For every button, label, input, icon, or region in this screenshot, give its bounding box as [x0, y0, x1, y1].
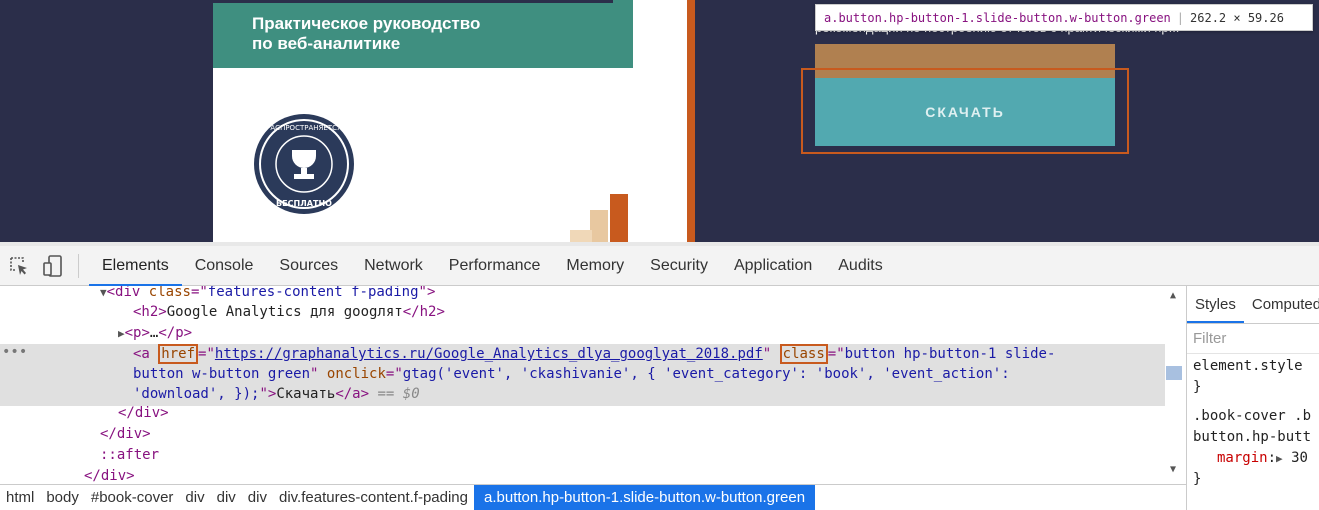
- dom-close-div-3: </div>: [84, 468, 135, 484]
- breadcrumb-selected-anchor[interactable]: a.button.hp-button-1.slide-button.w-butt…: [474, 484, 816, 510]
- node-actions-icon[interactable]: •••: [2, 344, 27, 360]
- href-link[interactable]: https://graphanalytics.ru/Google_Analyti…: [215, 346, 763, 362]
- seal-text-bottom: БЕСПЛАТНО: [276, 199, 332, 208]
- inspect-tooltip: a.button.hp-button-1.slide-button.w-butt…: [815, 4, 1313, 31]
- collapse-triangle-icon[interactable]: ▶: [118, 327, 125, 340]
- tooltip-selector: a.button.hp-button-1.slide-button.w-butt…: [824, 10, 1171, 25]
- download-button[interactable]: СКАЧАТЬ: [815, 78, 1115, 146]
- dom-close-div-2: </div>: [100, 426, 151, 442]
- styles-panel: Styles Computed Filter element.style } .…: [1186, 286, 1319, 510]
- dom-close-div-1: </div>: [118, 405, 169, 421]
- anchor-line-1: <a href ="https://graphanalytics.ru/Googl…: [133, 344, 1056, 364]
- breadcrumb-html[interactable]: html: [0, 485, 40, 510]
- margin-declaration[interactable]: margin:▶ 30: [1187, 448, 1319, 469]
- tab-console[interactable]: Console: [182, 246, 267, 286]
- styles-filter-input[interactable]: Filter: [1187, 324, 1319, 354]
- tab-computed[interactable]: Computed: [1244, 286, 1319, 323]
- tab-performance[interactable]: Performance: [436, 246, 554, 286]
- seal-text-top: РАСПРОСТРАНЯЕТСЯ: [266, 124, 342, 132]
- page-viewport: Практическое руководство по веб-аналитик…: [0, 0, 1319, 242]
- dom-node-p[interactable]: ▶<p>…</p>: [118, 323, 192, 344]
- rule-selector-line-1[interactable]: .book-cover .b: [1187, 406, 1319, 427]
- breadcrumb-book-cover[interactable]: #book-cover: [85, 485, 180, 510]
- dom-pseudo-after[interactable]: ::after: [100, 445, 159, 466]
- breadcrumb-div-3[interactable]: div: [242, 485, 273, 510]
- tab-styles[interactable]: Styles: [1187, 286, 1244, 323]
- rule-selector-line-2[interactable]: button.hp-butt: [1187, 427, 1319, 448]
- tab-security[interactable]: Security: [637, 246, 721, 286]
- href-attr-highlight: href: [158, 344, 199, 364]
- expand-shorthand-icon[interactable]: ▶: [1276, 452, 1283, 465]
- tab-elements[interactable]: Elements: [89, 246, 182, 286]
- anchor-line-3: 'download', });">Скачать</a> == $0: [133, 386, 420, 402]
- toolbar-divider: [78, 253, 79, 278]
- breadcrumb-div-1[interactable]: div: [179, 485, 210, 510]
- button-margin-overlay: [815, 44, 1115, 78]
- tab-network[interactable]: Network: [351, 246, 436, 286]
- element-style-close: }: [1193, 379, 1202, 395]
- rule-close: }: [1193, 471, 1202, 487]
- elements-dom-tree[interactable]: ▼<div class="features-content f-pading">…: [0, 286, 1185, 484]
- tab-memory[interactable]: Memory: [553, 246, 637, 286]
- decorative-figure-icon: [570, 194, 628, 242]
- free-seal-icon: РАСПРОСТРАНЯЕТСЯ БЕСПЛАТНО: [254, 114, 354, 214]
- inspect-element-icon[interactable]: [4, 251, 34, 281]
- expand-triangle-icon[interactable]: ▼: [100, 286, 107, 299]
- tab-sources[interactable]: Sources: [266, 246, 351, 286]
- scrollbar-thumb[interactable]: [1166, 366, 1182, 380]
- book-title: Практическое руководство по веб-аналитик…: [252, 14, 481, 53]
- styles-tab-bar: Styles Computed: [1187, 286, 1319, 324]
- devtools-toolbar: Elements Console Sources Network Perform…: [0, 242, 1319, 286]
- dom-node-h2[interactable]: <h2>Google Analytics для googлят</h2>: [133, 302, 445, 323]
- element-style-selector[interactable]: element.style: [1187, 356, 1319, 377]
- breadcrumb-features-content[interactable]: div.features-content.f-pading: [273, 485, 474, 510]
- tab-audits[interactable]: Audits: [825, 246, 895, 286]
- class-attr-highlight: class: [779, 344, 828, 364]
- book-top-strip: [213, 0, 613, 3]
- scroll-up-icon[interactable]: ▲: [1170, 290, 1176, 301]
- anchor-line-2: button w-button green" onclick="gtag('ev…: [133, 366, 1010, 382]
- orange-divider: [687, 0, 695, 242]
- breadcrumb-body[interactable]: body: [40, 485, 85, 510]
- device-toolbar-icon[interactable]: [38, 251, 68, 281]
- breadcrumb-div-2[interactable]: div: [211, 485, 242, 510]
- dom-breadcrumbs: html body #book-cover div div div div.fe…: [0, 484, 1186, 510]
- tab-application[interactable]: Application: [721, 246, 825, 286]
- dom-node-features-div[interactable]: ▼<div class="features-content f-pading">: [100, 286, 435, 303]
- tooltip-dimensions: 262.2 × 59.26: [1190, 10, 1284, 25]
- tooltip-separator: |: [1176, 10, 1185, 25]
- dom-scrollbar[interactable]: [1165, 286, 1185, 484]
- scroll-down-icon[interactable]: ▼: [1170, 464, 1176, 475]
